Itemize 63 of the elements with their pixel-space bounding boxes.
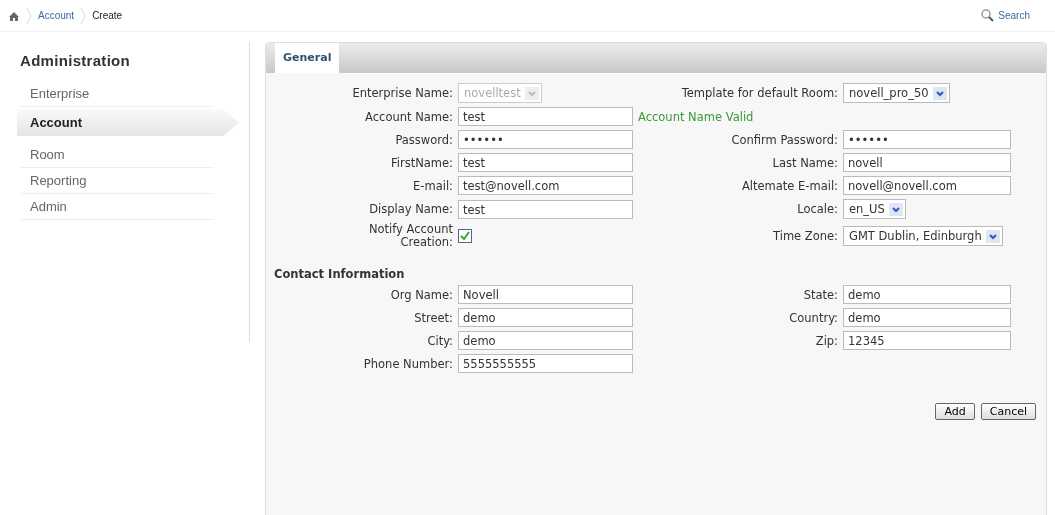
input-field[interactable]: test@novell.com [458,176,633,195]
input-field[interactable]: demo [843,308,1011,327]
field-label: Account Name: [364,109,453,124]
search-icon [981,9,995,22]
validation-message: Account Name Valid [638,109,755,124]
field-label: Time Zone: [772,229,838,243]
sidebar-item[interactable]: Account [17,109,239,136]
sidebar-title: Administration [20,52,132,69]
input-field[interactable]: novell@novell.com [843,176,1011,195]
chevron-icon [80,7,87,24]
field-label: Template for default Room: [680,86,838,100]
field-label: Org Name: [389,287,453,302]
checkbox[interactable] [458,229,472,243]
field-label: E-mail: [412,178,453,193]
breadcrumb-current: Create [92,10,123,21]
input-field[interactable]: Novell [458,285,633,304]
field-label: State: [802,287,838,302]
sidebar-item[interactable]: Enterprise [20,81,214,107]
sidebar-item[interactable]: Room [20,142,214,168]
input-field[interactable]: test [458,107,633,126]
sidebar-item[interactable]: Admin [20,194,214,220]
input-field[interactable]: demo [458,331,633,350]
check-icon [459,230,471,242]
tab[interactable]: General [275,43,340,73]
field-label: Confirm Password: [730,132,838,147]
chevron-down-icon [526,88,537,98]
password-field[interactable]: •••••• [843,130,1011,149]
dropdown[interactable]: GMT Dublin, Edinburgh [843,226,1003,246]
search-link[interactable]: Search [981,9,1030,22]
input-field[interactable]: 12345 [843,331,1011,350]
chevron-down-icon [890,204,901,214]
chevron-down-icon [934,88,945,98]
field-label: Street: [413,310,453,325]
input-field[interactable]: demo [458,308,633,327]
field-label: FirstName: [390,155,453,170]
field-label: Zip: [814,333,838,348]
input-field[interactable]: test [458,153,633,172]
password-field[interactable]: •••••• [458,130,633,149]
chevron-down-icon [987,231,998,241]
field-label: City: [426,333,453,348]
home-link[interactable] [8,9,20,22]
input-field[interactable]: 5555555555 [458,354,633,373]
field-label: Enterprise Name: [351,86,453,100]
sidebar-item[interactable]: Reporting [20,168,214,194]
button[interactable]: Cancel [980,403,1036,420]
section-heading: Contact Information [274,267,406,281]
button[interactable]: Add [935,403,975,420]
input-field[interactable]: test [458,199,633,219]
dropdown[interactable]: en_US [843,199,906,219]
input-field[interactable]: demo [843,285,1011,304]
field-label: Display Name: [368,202,453,216]
chevron-icon [26,7,32,24]
field-label: Country: [788,310,838,325]
field-label: Last Name: [771,155,838,170]
field-label: Notify Account Creation: [367,223,453,249]
home-icon [8,9,20,22]
field-label: Phone Number: [362,356,453,371]
field-label: Altemate E-mail: [740,178,838,193]
breadcrumb-link[interactable]: Account [38,10,75,21]
field-label: Locale: [796,202,838,216]
field-label: Password: [394,132,453,147]
dropdown[interactable]: novell_pro_50 [843,83,950,103]
input-field[interactable]: novell [843,153,1011,172]
